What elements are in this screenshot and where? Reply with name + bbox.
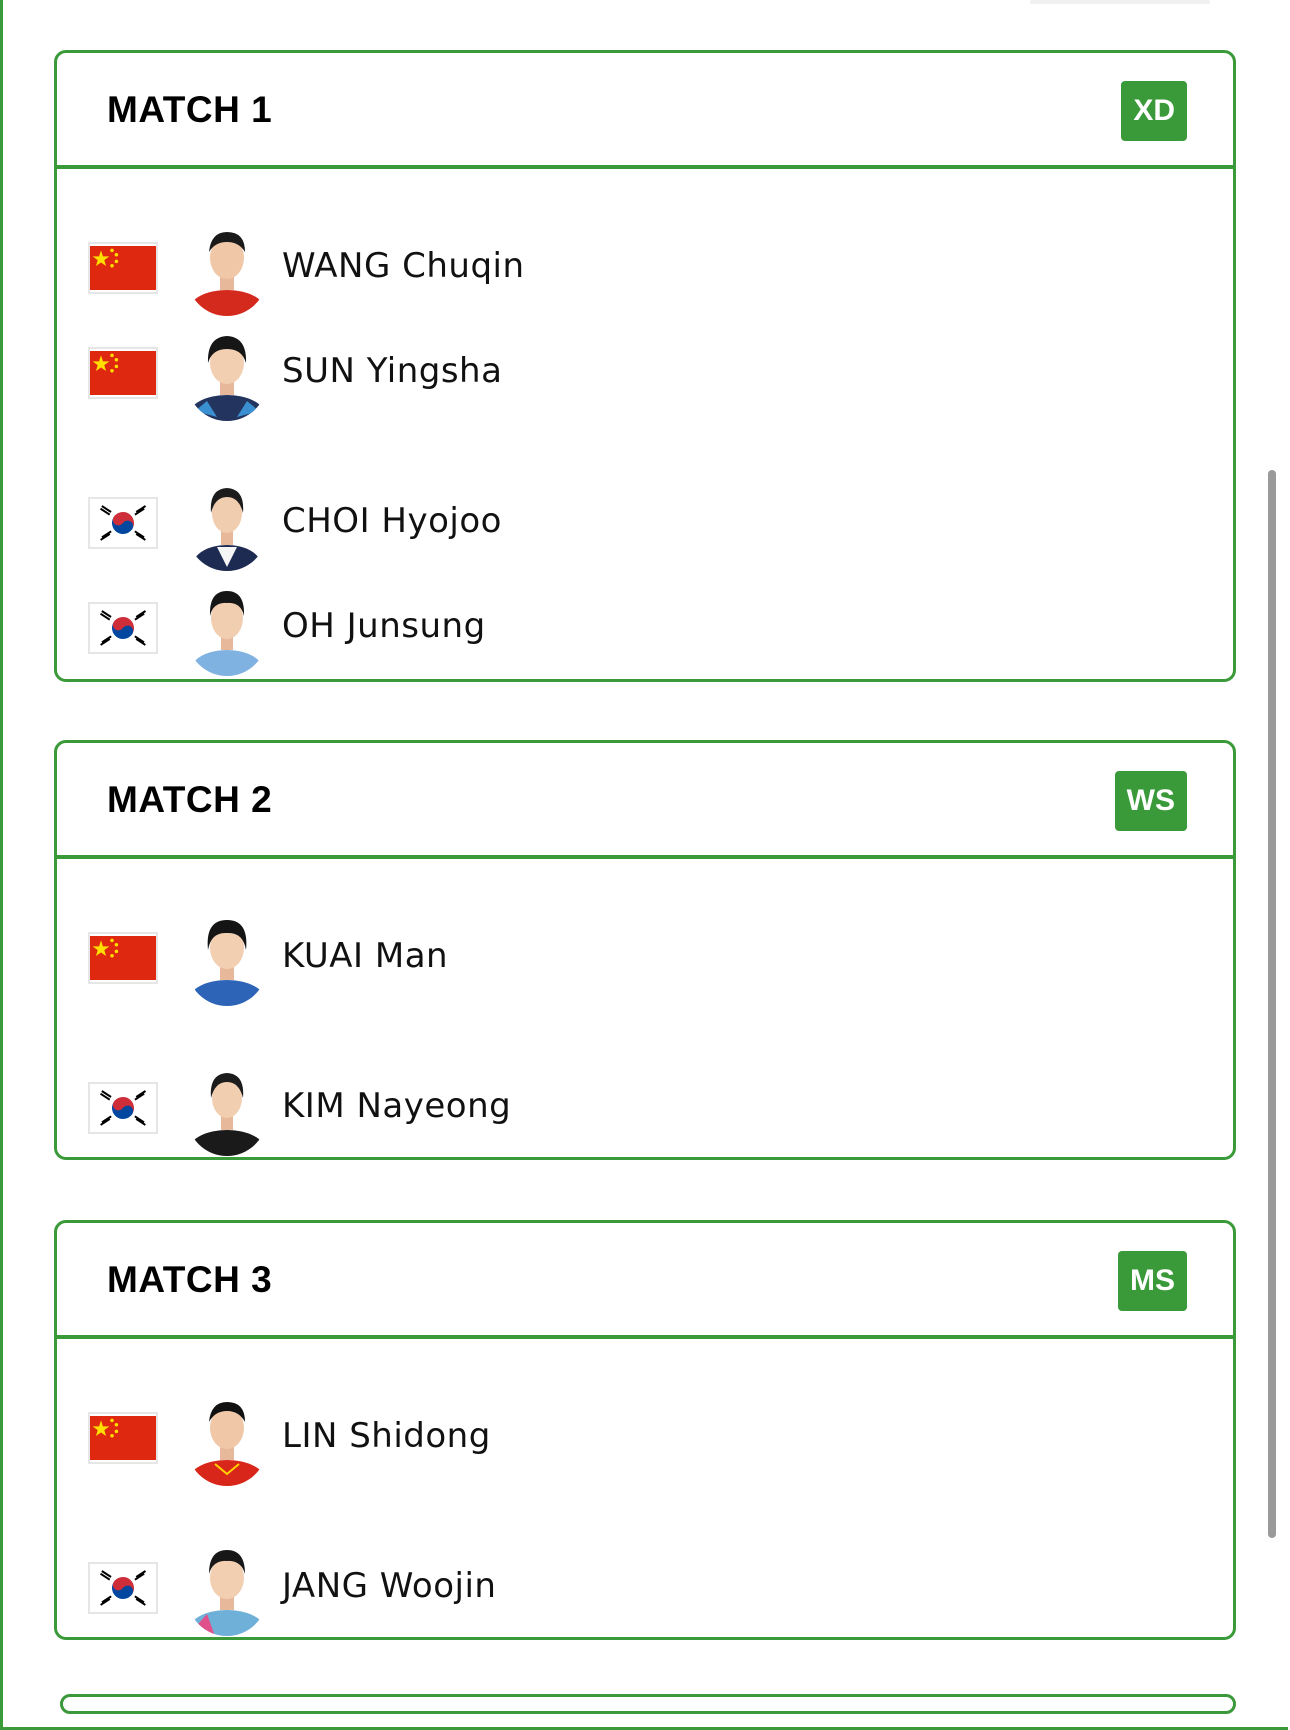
player-name[interactable]: KIM Nayeong <box>282 1086 511 1126</box>
player-row[interactable]: OH Junsung <box>57 578 1233 678</box>
player-avatar <box>187 477 267 571</box>
event-badge: XD <box>1121 81 1187 141</box>
player-name[interactable]: OH Junsung <box>282 606 486 646</box>
player-row[interactable]: KIM Nayeong <box>57 1058 1233 1157</box>
player-avatar <box>187 327 267 421</box>
player-row[interactable]: CHOI Hyojoo <box>57 473 1233 573</box>
match-header: MATCH 2 WS <box>57 743 1233 859</box>
event-badge: MS <box>1118 1251 1187 1311</box>
player-name[interactable]: KUAI Man <box>282 936 448 976</box>
player-name[interactable]: LIN Shidong <box>282 1416 491 1456</box>
player-avatar <box>187 1392 267 1486</box>
match-header: MATCH 1 XD <box>57 53 1233 169</box>
korea-flag-icon <box>88 1562 158 1614</box>
korea-flag-icon <box>88 602 158 654</box>
player-name[interactable]: JANG Woojin <box>282 1566 496 1606</box>
korea-flag-icon <box>88 497 158 549</box>
match-title: MATCH 3 <box>107 1259 273 1300</box>
match-card[interactable]: MATCH 1 XD WANG Chuqin SUN Yingsha CHOI … <box>54 50 1236 682</box>
player-avatar <box>187 222 267 316</box>
korea-flag-icon <box>88 1082 158 1134</box>
match-card[interactable]: MATCH 3 MS LIN Shidong JANG Woojin <box>54 1220 1236 1640</box>
player-name[interactable]: CHOI Hyojoo <box>282 501 502 541</box>
match-title: MATCH 1 <box>107 89 273 130</box>
china-flag-icon <box>88 242 158 294</box>
player-name[interactable]: WANG Chuqin <box>282 246 525 286</box>
player-avatar <box>187 912 267 1006</box>
player-row[interactable]: WANG Chuqin <box>57 218 1233 318</box>
match-header: MATCH 3 MS <box>57 1223 1233 1339</box>
player-avatar <box>187 1542 267 1636</box>
player-row[interactable]: KUAI Man <box>57 908 1233 1008</box>
top-divider <box>1030 0 1210 4</box>
china-flag-icon <box>88 347 158 399</box>
next-match-card-edge <box>60 1694 1236 1714</box>
match-title: MATCH 2 <box>107 779 273 820</box>
china-flag-icon <box>88 1412 158 1464</box>
event-badge: WS <box>1114 771 1187 831</box>
china-flag-icon <box>88 932 158 984</box>
player-avatar <box>187 1062 267 1156</box>
player-row[interactable]: JANG Woojin <box>57 1538 1233 1637</box>
player-row[interactable]: LIN Shidong <box>57 1388 1233 1488</box>
player-avatar <box>187 582 267 676</box>
player-row[interactable]: SUN Yingsha <box>57 323 1233 423</box>
player-name[interactable]: SUN Yingsha <box>282 351 502 391</box>
match-card[interactable]: MATCH 2 WS KUAI Man KIM Nayeong <box>54 740 1236 1160</box>
scrollbar[interactable] <box>1268 470 1276 1538</box>
